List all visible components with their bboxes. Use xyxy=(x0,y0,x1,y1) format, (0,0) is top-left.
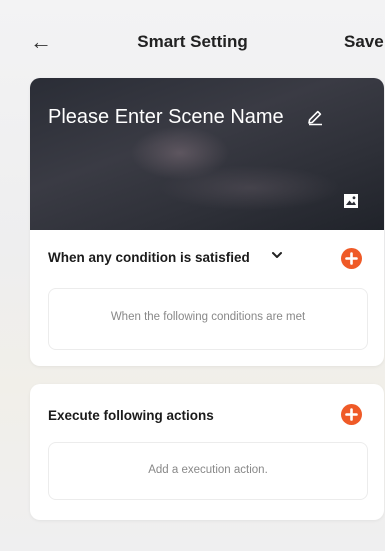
top-bar: ← Smart Setting Save xyxy=(0,0,385,82)
condition-placeholder-box[interactable]: When the following conditions are met xyxy=(48,288,368,350)
pencil-icon[interactable] xyxy=(306,108,324,126)
image-icon[interactable] xyxy=(343,193,359,209)
scene-banner[interactable]: Please Enter Scene Name xyxy=(30,78,384,230)
action-card: Execute following actions Add a executio… xyxy=(30,384,384,520)
page-title: Smart Setting xyxy=(137,32,248,51)
add-condition-button[interactable] xyxy=(341,248,362,269)
action-empty-text: Add a execution action. xyxy=(148,464,268,476)
plus-icon xyxy=(345,252,358,265)
plus-icon xyxy=(345,408,358,421)
condition-empty-text: When the following conditions are met xyxy=(110,311,306,323)
chevron-down-icon[interactable] xyxy=(271,250,283,260)
action-label: Execute following actions xyxy=(48,408,214,423)
condition-header: When any condition is satisfied xyxy=(30,230,384,286)
scene-name-field[interactable]: Please Enter Scene Name xyxy=(48,106,284,129)
condition-mode-label[interactable]: When any condition is satisfied xyxy=(48,250,250,265)
scene-card: Please Enter Scene Name When any conditi… xyxy=(30,78,384,366)
action-placeholder-box[interactable]: Add a execution action. xyxy=(48,442,368,500)
save-button[interactable]: Save xyxy=(344,32,384,52)
add-action-button[interactable] xyxy=(341,404,362,425)
